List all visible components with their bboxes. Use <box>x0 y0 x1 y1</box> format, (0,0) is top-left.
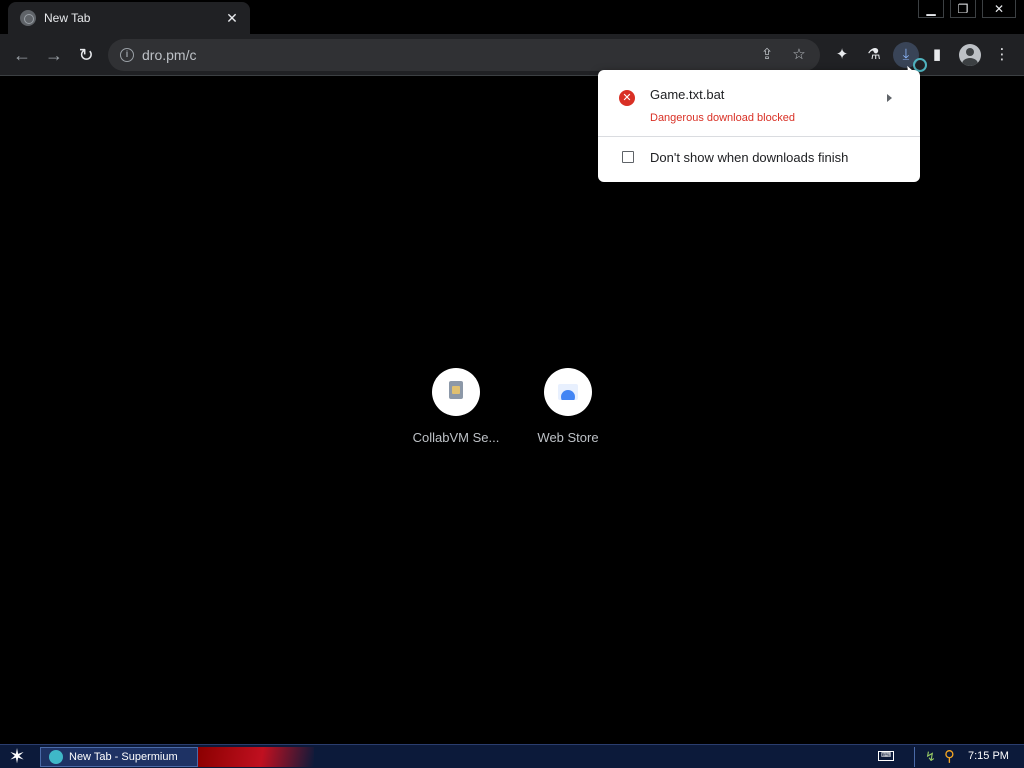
taskbar-item-browser[interactable]: New Tab - Supermium <box>40 747 198 767</box>
share-icon[interactable]: ⇪ <box>756 44 778 66</box>
extensions-icon[interactable]: ✦ <box>831 44 853 66</box>
window-controls: ▁ ❐ ✕ <box>912 0 1016 18</box>
expand-arrow-icon[interactable] <box>887 94 892 102</box>
bookmark-star-icon[interactable]: ☆ <box>788 44 810 66</box>
reload-button[interactable]: ↻ <box>74 43 98 67</box>
close-window-button[interactable]: ✕ <box>982 0 1016 18</box>
forward-button[interactable]: → <box>42 43 66 67</box>
taskbar-decoration <box>198 747 314 767</box>
dont-show-checkbox[interactable] <box>622 151 634 163</box>
address-bar[interactable]: i dro.pm/c ⇪ ☆ <box>108 39 820 71</box>
keyboard-icon[interactable]: ⌨ <box>878 751 894 761</box>
error-icon: ✕ <box>619 90 635 106</box>
shortcut-label: Web Store <box>537 430 599 445</box>
download-status: Dangerous download blocked <box>650 112 795 124</box>
tab-title: New Tab <box>44 11 91 25</box>
dont-show-option[interactable]: Don't show when downloads finish <box>598 137 920 182</box>
download-bubble: ✕ Game.txt.bat Dangerous download blocke… <box>598 70 920 182</box>
profile-avatar-icon[interactable] <box>959 44 981 66</box>
tab-new-tab[interactable]: New Tab ✕ <box>8 2 250 34</box>
shortcut-web-store[interactable]: Web Store <box>512 368 624 445</box>
close-tab-icon[interactable]: ✕ <box>224 10 240 26</box>
collabvm-icon <box>432 368 480 416</box>
supermium-icon <box>49 750 63 764</box>
shortcut-label: CollabVM Se... <box>412 430 500 445</box>
dont-show-label: Don't show when downloads finish <box>650 150 849 165</box>
download-item[interactable]: ✕ Game.txt.bat Dangerous download blocke… <box>598 70 920 136</box>
restore-button[interactable]: ❐ <box>950 0 976 18</box>
labs-flask-icon[interactable]: ⚗ <box>863 44 885 66</box>
tab-strip: New Tab ✕ ▁ ❐ ✕ <box>0 0 1024 34</box>
menu-icon[interactable]: ⋮ <box>991 44 1013 66</box>
search-icon[interactable]: ⚲ <box>944 748 955 766</box>
url-text[interactable]: dro.pm/c <box>142 47 746 63</box>
back-button[interactable]: ← <box>10 43 34 67</box>
minimize-button[interactable]: ▁ <box>918 0 944 18</box>
tray-divider <box>914 747 915 767</box>
web-store-icon <box>544 368 592 416</box>
taskbar-item-label: New Tab - Supermium <box>69 751 178 763</box>
shortcut-collabvm[interactable]: CollabVM Se... <box>400 368 512 445</box>
start-button[interactable]: ✶ <box>4 746 30 768</box>
clock[interactable]: 7:15 PM <box>968 750 1009 762</box>
download-file-name: Game.txt.bat <box>650 87 725 102</box>
network-icon[interactable]: ↯ <box>925 749 936 765</box>
globe-icon <box>20 10 36 26</box>
taskbar: ✶ New Tab - Supermium ⌨ ↯ ⚲ 7:15 PM <box>0 744 1024 768</box>
site-info-icon[interactable]: i <box>120 48 134 62</box>
side-panel-icon[interactable]: ▮ <box>926 44 948 66</box>
